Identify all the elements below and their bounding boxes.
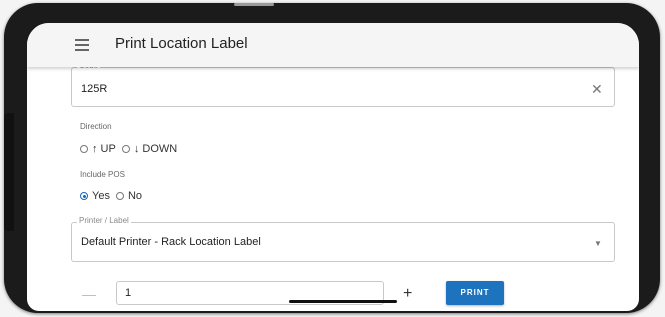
direction-down-label[interactable]: ↓ DOWN bbox=[134, 143, 177, 155]
decrement-button[interactable]: — bbox=[82, 286, 96, 302]
page-title: Print Location Label bbox=[115, 35, 248, 52]
close-icon[interactable]: ✕ bbox=[591, 81, 603, 98]
home-indicator bbox=[289, 300, 397, 303]
include-pos-label: Include POS bbox=[80, 170, 125, 179]
increment-button[interactable]: + bbox=[403, 285, 412, 303]
direction-down-radio[interactable] bbox=[121, 145, 130, 153]
direction-up-label[interactable]: ↑ UP bbox=[92, 143, 116, 155]
hamburger-menu-icon[interactable] bbox=[75, 39, 89, 51]
device-side-button bbox=[4, 113, 14, 231]
dropdown-arrow-icon[interactable]: ▼ bbox=[594, 239, 602, 248]
include-pos-no-radio[interactable] bbox=[115, 192, 124, 200]
include-pos-yes-label[interactable]: Yes bbox=[92, 190, 110, 202]
include-pos-no-label[interactable]: No bbox=[128, 190, 142, 202]
printer-label-field-label: Printer / Label bbox=[77, 216, 131, 225]
app-bar: Print Location Label bbox=[27, 23, 639, 67]
code-field-value[interactable]: 125R bbox=[81, 83, 107, 95]
direction-up-radio[interactable] bbox=[80, 145, 88, 153]
printer-label-value[interactable]: Default Printer - Rack Location Label bbox=[81, 236, 261, 248]
app-screen: Print Location Label Code 125R ✕ Directi… bbox=[27, 23, 639, 311]
include-pos-radio-group: Yes No bbox=[80, 190, 148, 202]
direction-radio-group: ↑ UP ↓ DOWN bbox=[80, 143, 183, 155]
device-top-edge bbox=[234, 3, 274, 6]
code-field[interactable] bbox=[71, 67, 615, 107]
print-button[interactable]: PRINT bbox=[446, 281, 504, 305]
direction-label: Direction bbox=[80, 122, 112, 131]
include-pos-yes-radio[interactable] bbox=[80, 192, 88, 200]
device-frame: Print Location Label Code 125R ✕ Directi… bbox=[4, 3, 660, 313]
